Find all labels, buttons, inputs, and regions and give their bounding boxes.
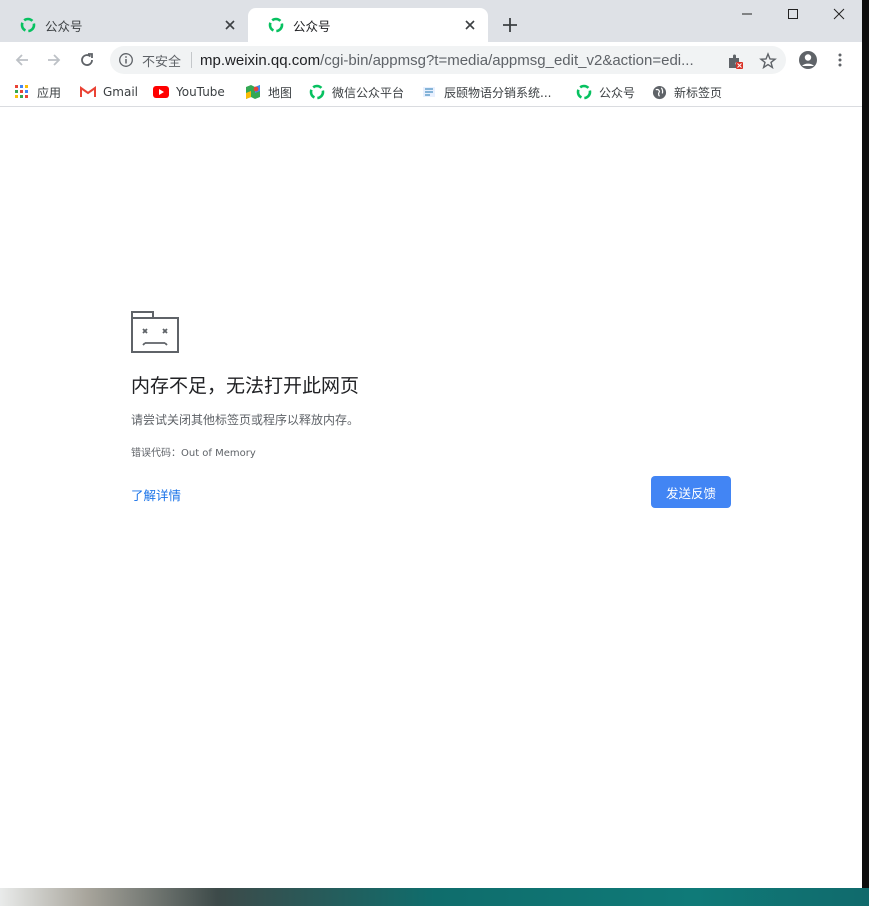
bookmarks-bar: 应用 Gmail YouTube 地图 微信公众平台 辰颐物语分销系统... 公… bbox=[0, 78, 862, 107]
back-arrow-icon bbox=[15, 54, 28, 66]
extension-blocked-icon[interactable] bbox=[726, 52, 744, 70]
bookmark-new-tab[interactable]: 新标签页 bbox=[651, 83, 722, 101]
reload-button[interactable] bbox=[75, 48, 99, 72]
desktop-edge bbox=[862, 0, 869, 906]
bookmark-youtube[interactable]: YouTube bbox=[153, 83, 225, 101]
error-title: 内存不足，无法打开此网页 bbox=[131, 375, 360, 397]
url-text[interactable]: mp.weixin.qq.com/cgi-bin/appmsg?t=media/… bbox=[200, 52, 720, 69]
send-feedback-button[interactable]: 发送反馈 bbox=[651, 476, 731, 508]
apps-grid-icon bbox=[14, 84, 30, 100]
sad-tab-icon bbox=[131, 311, 179, 353]
profile-avatar-icon bbox=[799, 51, 817, 69]
window-controls bbox=[724, 0, 862, 28]
wechat-icon bbox=[576, 84, 592, 100]
close-icon[interactable] bbox=[222, 17, 238, 33]
minimize-button[interactable] bbox=[724, 0, 770, 28]
forward-button[interactable] bbox=[42, 48, 66, 72]
bookmark-label: YouTube bbox=[176, 85, 225, 99]
address-bar[interactable]: 不安全 mp.weixin.qq.com/cgi-bin/appmsg?t=me… bbox=[110, 46, 786, 74]
bookmark-label: 公众号 bbox=[599, 85, 636, 100]
tab-active[interactable]: 公众号 bbox=[248, 8, 488, 42]
bookmark-label: 地图 bbox=[268, 85, 293, 100]
reload-icon bbox=[81, 53, 93, 66]
bookmark-label: 辰颐物语分销系统... bbox=[444, 85, 552, 100]
profile-button[interactable] bbox=[796, 48, 820, 72]
menu-button[interactable] bbox=[828, 48, 852, 72]
maps-icon bbox=[245, 84, 261, 100]
close-icon[interactable] bbox=[462, 17, 478, 33]
back-button[interactable] bbox=[10, 48, 34, 72]
youtube-icon bbox=[153, 84, 169, 100]
bookmark-wechat-platform[interactable]: 微信公众平台 bbox=[309, 83, 404, 101]
bookmark-label: 应用 bbox=[37, 85, 62, 100]
browser-window: 公众号 公众号 不安全 mp.weixin.qq.com/cgi-bin/app… bbox=[0, 0, 862, 888]
url-path: /cgi-bin/appmsg?t=media/appmsg_edit_v2&a… bbox=[320, 51, 694, 69]
bookmark-apps[interactable]: 应用 bbox=[14, 83, 61, 101]
tab-inactive[interactable]: 公众号 bbox=[0, 8, 248, 42]
gmail-icon bbox=[80, 84, 96, 100]
kebab-menu-icon bbox=[838, 53, 842, 67]
tab-title: 公众号 bbox=[45, 18, 83, 34]
tab-strip: 公众号 公众号 bbox=[0, 0, 862, 42]
error-code: 错误代码：Out of Memory bbox=[131, 448, 256, 459]
bookmark-star-icon[interactable] bbox=[759, 52, 777, 70]
bookmark-distribution-system[interactable]: 辰颐物语分销系统... bbox=[421, 83, 551, 101]
browser-toolbar: 不安全 mp.weixin.qq.com/cgi-bin/appmsg?t=me… bbox=[0, 42, 862, 78]
bookmark-label: 微信公众平台 bbox=[332, 85, 405, 100]
wechat-icon bbox=[309, 84, 325, 100]
bookmark-official-account[interactable]: 公众号 bbox=[576, 83, 635, 101]
maximize-icon bbox=[788, 9, 798, 19]
bookmark-gmail[interactable]: Gmail bbox=[80, 83, 138, 101]
new-tab-icon[interactable] bbox=[498, 13, 522, 37]
minimize-icon bbox=[742, 13, 752, 15]
info-icon[interactable] bbox=[118, 52, 134, 68]
tab-title: 公众号 bbox=[293, 18, 331, 34]
site-icon bbox=[421, 84, 437, 100]
bookmark-label: 新标签页 bbox=[674, 85, 723, 100]
bookmark-maps[interactable]: 地图 bbox=[245, 83, 292, 101]
forward-arrow-icon bbox=[48, 54, 61, 66]
wechat-icon bbox=[20, 17, 36, 33]
url-host: mp.weixin.qq.com bbox=[200, 51, 321, 69]
error-description: 请尝试关闭其他标签页或程序以释放内存。 bbox=[131, 413, 360, 427]
page-content: 内存不足，无法打开此网页 请尝试关闭其他标签页或程序以释放内存。 错误代码：Ou… bbox=[0, 107, 862, 888]
close-icon bbox=[833, 8, 845, 20]
close-window-button[interactable] bbox=[816, 0, 862, 28]
desktop-wallpaper-strip bbox=[0, 888, 869, 906]
wechat-icon bbox=[268, 17, 284, 33]
bookmark-label: Gmail bbox=[103, 85, 139, 99]
learn-more-link[interactable]: 了解详情 bbox=[131, 485, 181, 504]
divider bbox=[191, 52, 193, 68]
maximize-button[interactable] bbox=[770, 0, 816, 28]
security-label[interactable]: 不安全 bbox=[142, 51, 181, 70]
globe-icon bbox=[651, 84, 667, 100]
